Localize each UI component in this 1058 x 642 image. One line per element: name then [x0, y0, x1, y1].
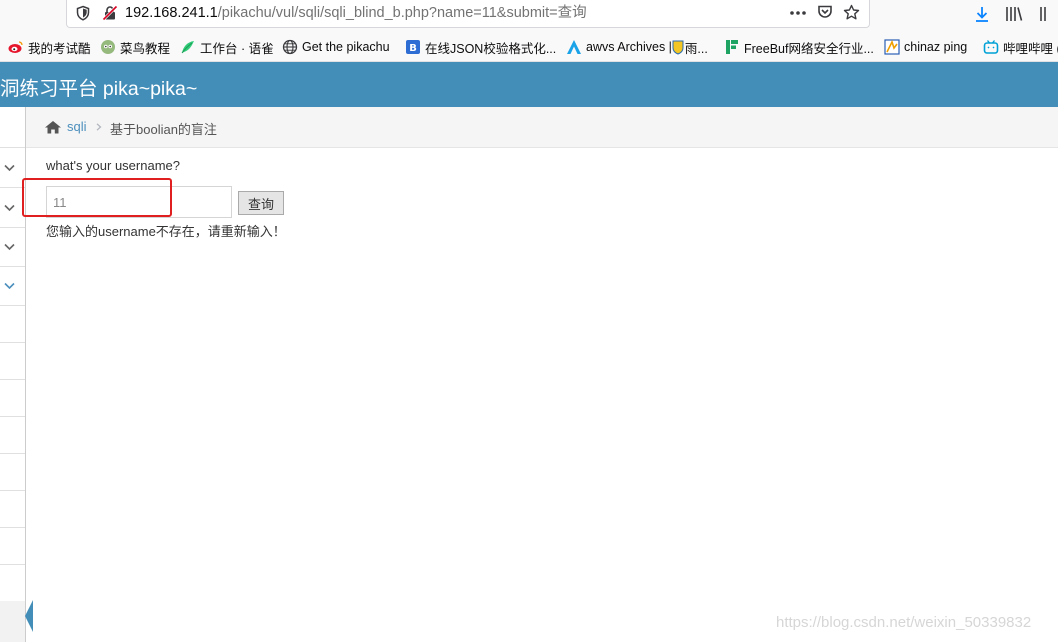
- weibo-icon: [8, 41, 23, 53]
- pocket-icon[interactable]: [817, 4, 833, 20]
- chevron-down-icon: [4, 164, 15, 172]
- download-icon[interactable]: [974, 6, 990, 23]
- bookmark-item[interactable]: B 在线JSON校验格式化...: [405, 38, 556, 56]
- sidebar: [0, 107, 26, 642]
- sidebar-subitem[interactable]: [0, 417, 25, 454]
- bookmark-label: FreeBuf网络安全行业...: [744, 41, 874, 56]
- sidebar-item[interactable]: [0, 228, 25, 267]
- bookmark-label: 我的考试酷: [28, 41, 91, 56]
- home-icon[interactable]: [44, 120, 62, 134]
- username-input[interactable]: [46, 186, 232, 218]
- bookmark-item[interactable]: 哔哩哔哩 (: [983, 38, 1058, 56]
- awvs-icon: [567, 40, 581, 54]
- chevron-down-icon: [4, 243, 15, 251]
- bookmark-label: awvs Archives |: [586, 40, 672, 54]
- watermark: https://blog.csdn.net/weixin_50339832: [776, 614, 1032, 631]
- bookmark-item[interactable]: Get the pikachu: [282, 38, 390, 56]
- browser-toolbar: 192.168.241.1/pikachu/vul/sqli/sqli_blin…: [0, 0, 1058, 32]
- library-icon[interactable]: [1005, 6, 1023, 22]
- url-bar[interactable]: 192.168.241.1/pikachu/vul/sqli/sqli_blin…: [66, 0, 870, 28]
- bookmark-item[interactable]: 菜鸟教程: [100, 38, 170, 56]
- sidebar-active-marker: [25, 600, 33, 632]
- sidebar-item[interactable]: [0, 107, 25, 148]
- bookmark-label: chinaz ping: [904, 40, 968, 54]
- star-icon[interactable]: [843, 4, 860, 21]
- bookmark-item[interactable]: 工作台 · 语雀: [180, 38, 274, 56]
- sidebar-subitem[interactable]: [0, 528, 25, 565]
- result-message: 您输入的username不存在，请重新输入！: [46, 224, 286, 239]
- bookmark-label: 哔哩哔哩 (: [1003, 41, 1058, 56]
- url-text[interactable]: 192.168.241.1/pikachu/vul/sqli/sqli_blin…: [125, 4, 587, 22]
- sidebar-item-sqli[interactable]: [0, 267, 25, 306]
- bookmark-item[interactable]: chinaz ping: [884, 38, 967, 56]
- sidebar-subitem[interactable]: [0, 343, 25, 380]
- bookmark-label: 雨...: [684, 41, 708, 56]
- svg-text:B: B: [409, 43, 417, 54]
- more-horizontal-icon[interactable]: [789, 8, 807, 18]
- bookmark-item[interactable]: FreeBuf网络安全行业...: [724, 38, 874, 56]
- insecure-lock-icon[interactable]: [102, 5, 118, 21]
- chevron-down-icon: [4, 282, 15, 290]
- globe-icon: [282, 39, 298, 55]
- bookmarks-toolbar: 我的考试酷 菜鸟教程 工作台 · 语雀 Get the pikachu B 在线…: [0, 32, 1058, 62]
- url-path: /pikachu/vul/sqli/sqli_blind_b.php?name=…: [217, 5, 587, 21]
- sidebar-subitem[interactable]: [0, 491, 25, 528]
- username-prompt: what's your username?: [46, 158, 180, 173]
- bookmark-item[interactable]: 我的考试酷: [8, 38, 91, 56]
- breadcrumb-link-sqli[interactable]: sqli: [67, 119, 87, 134]
- chinaz-icon: [884, 39, 900, 55]
- sidebar-item[interactable]: [0, 148, 25, 188]
- tracking-shield-icon[interactable]: [75, 5, 91, 21]
- bookmark-item[interactable]: awvs Archives | 雨...: [566, 38, 708, 56]
- bookmark-label: 工作台 · 语雀: [200, 41, 274, 56]
- bilibili-icon: [983, 40, 999, 54]
- json-icon: B: [406, 40, 420, 54]
- chevron-right-icon: [96, 123, 102, 131]
- sidebar-subitem[interactable]: [0, 454, 25, 491]
- sidebar-item[interactable]: [0, 188, 25, 228]
- sidebar-subitem[interactable]: [0, 306, 25, 343]
- bookmark-label: 菜鸟教程: [120, 41, 171, 56]
- app-header: 洞练习平台 pika~pika~: [0, 62, 1058, 107]
- breadcrumb: sqli 基于boolian的盲注: [26, 107, 1058, 148]
- bookmark-label: Get the pikachu: [302, 40, 390, 54]
- chevron-down-icon: [4, 204, 15, 212]
- submit-button[interactable]: 查询: [238, 191, 284, 215]
- bookmark-label: 在线JSON校验格式化...: [425, 41, 557, 56]
- yuque-icon: [181, 41, 194, 54]
- breadcrumb-current: 基于boolian的盲注: [110, 122, 217, 137]
- sidebar-icon[interactable]: [1038, 6, 1058, 22]
- sidebar-subitem-active[interactable]: [0, 565, 25, 601]
- runoob-icon: [101, 40, 115, 54]
- shield-badge-icon: [672, 40, 684, 55]
- sidebar-subitem[interactable]: [0, 380, 25, 417]
- freebuf-icon: [726, 40, 738, 54]
- url-host: 192.168.241.1: [125, 5, 218, 21]
- app-title[interactable]: 洞练习平台 pika~pika~: [0, 72, 197, 101]
